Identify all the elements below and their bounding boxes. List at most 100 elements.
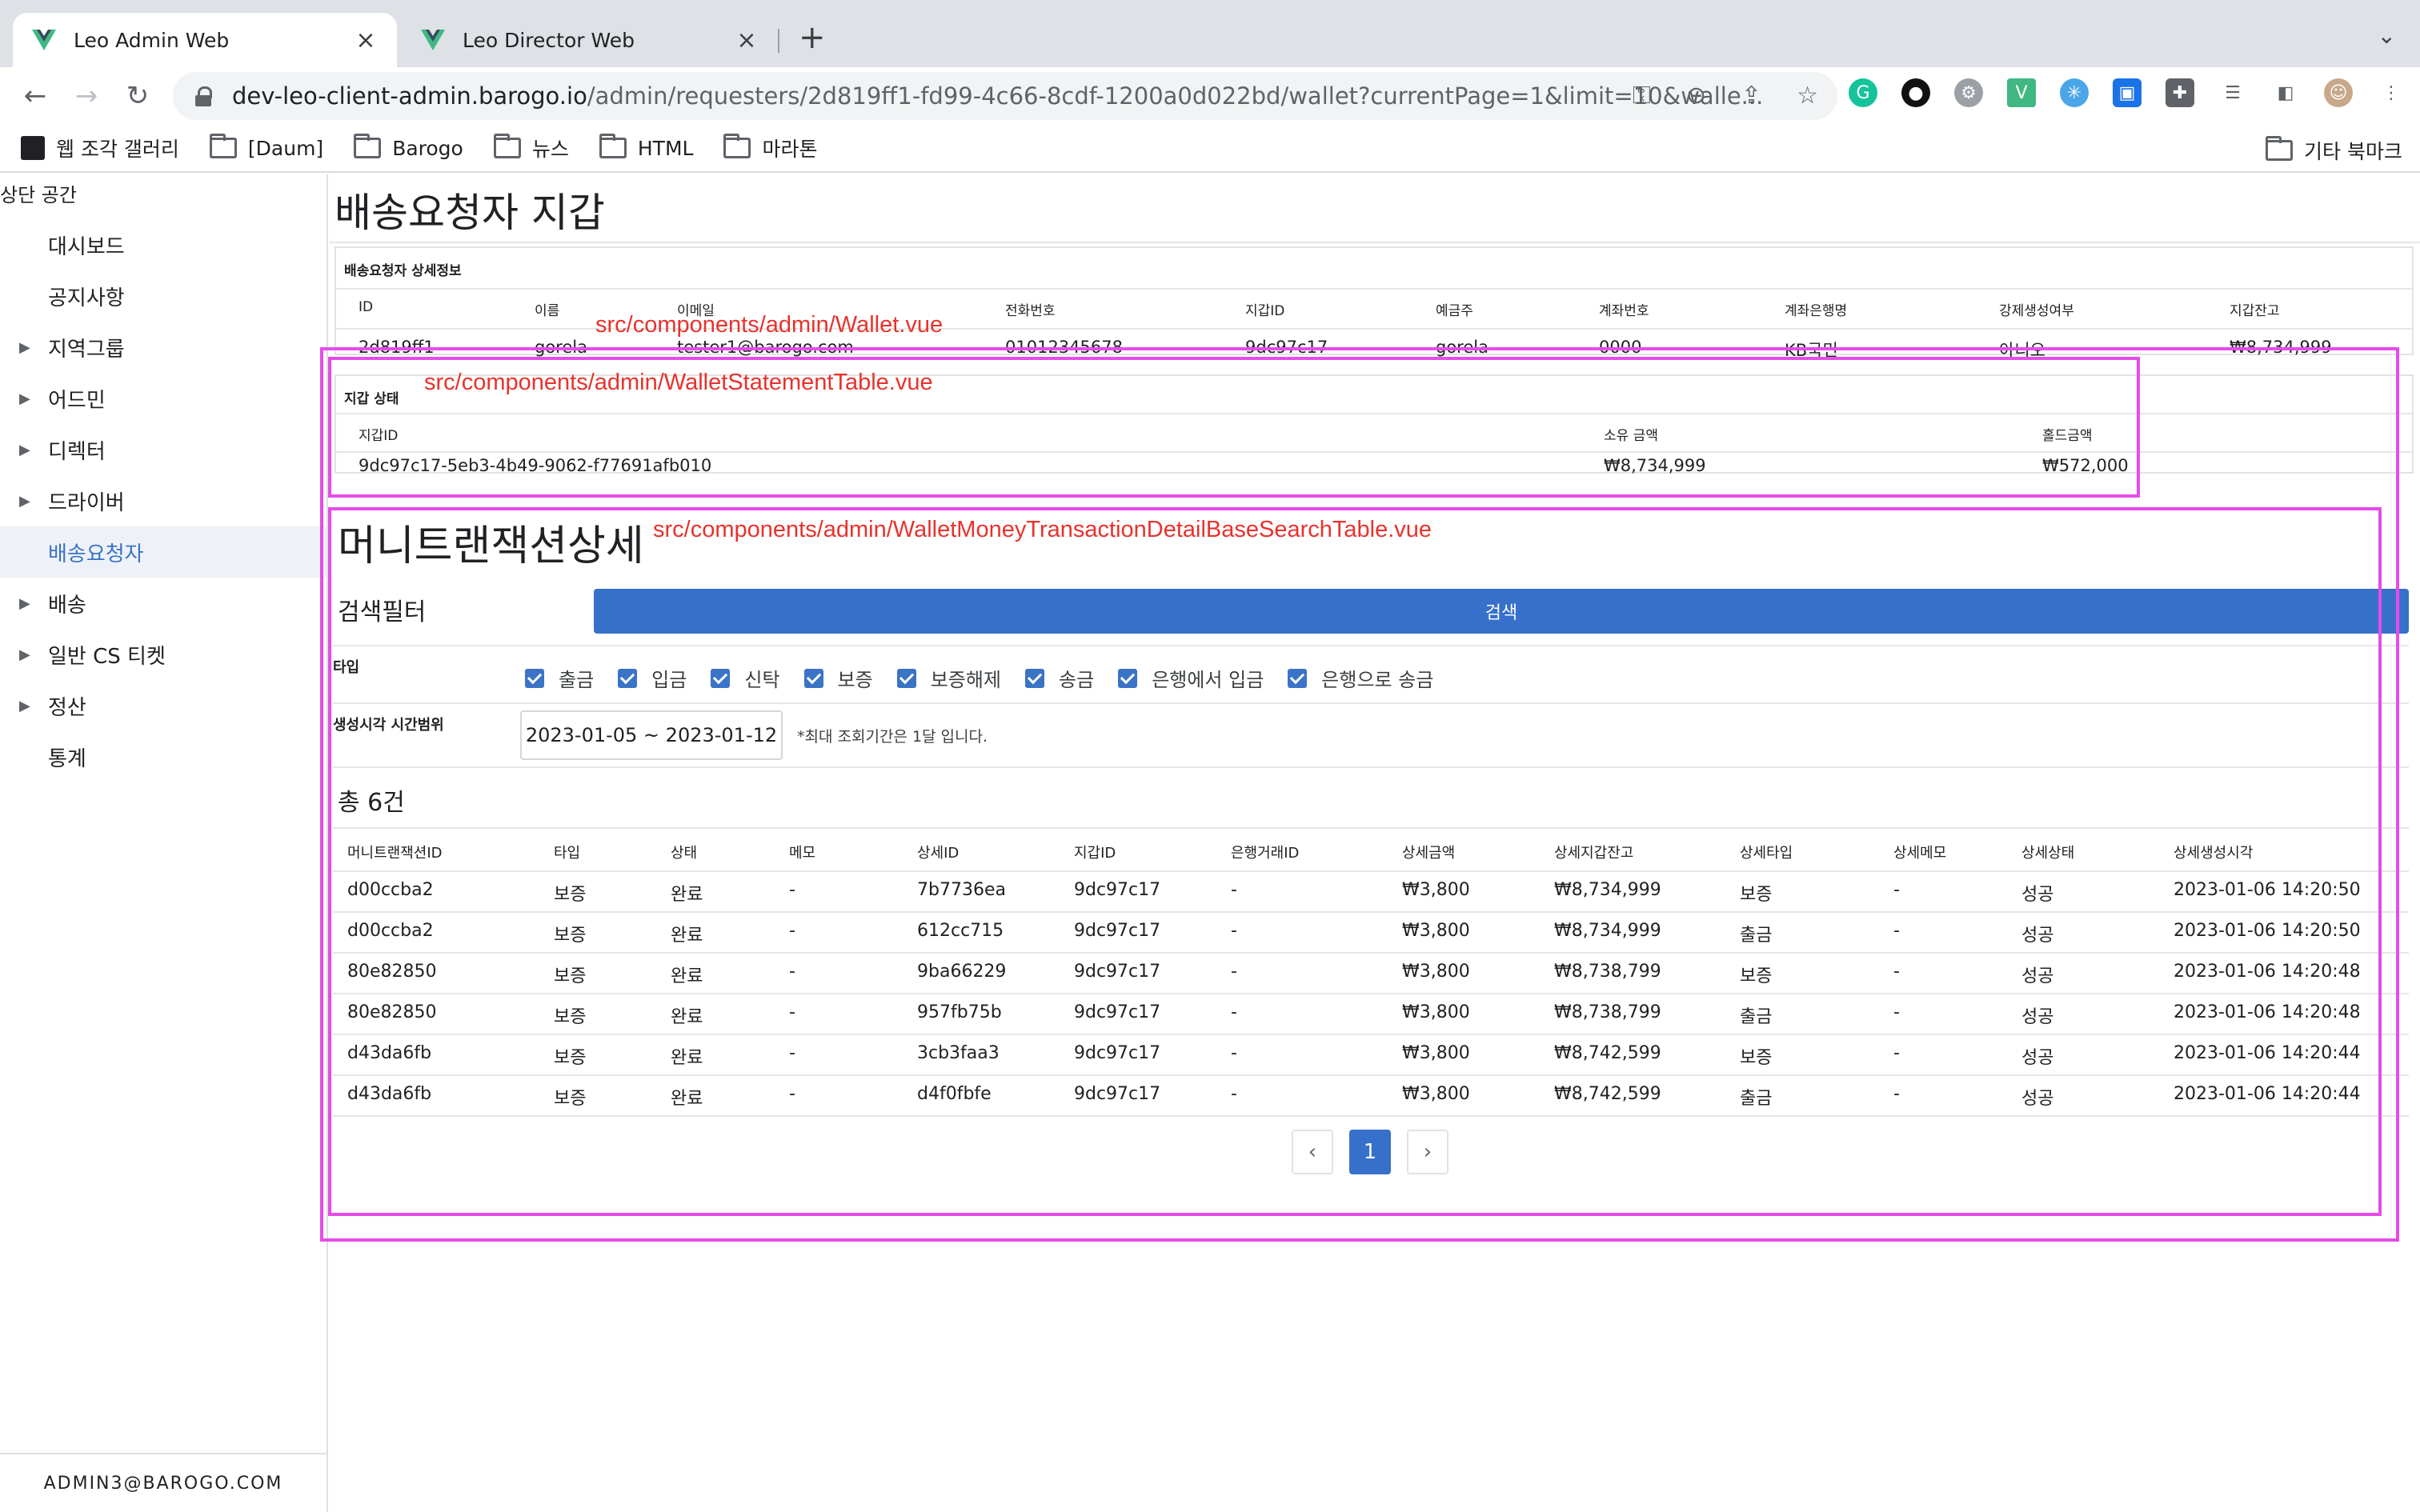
cell-type: 보증 (554, 966, 587, 986)
cell-detail-type: 출금 (1740, 1089, 1773, 1109)
checkbox-checked-icon (1025, 668, 1045, 688)
column-header: 지갑ID (1245, 303, 1285, 319)
column-header: 상세타입 (1740, 845, 1793, 862)
sparkle-extension-icon[interactable]: ✳ (2060, 78, 2089, 107)
back-arrow-icon[interactable]: ← (19, 80, 51, 112)
checkbox-checked-icon (803, 668, 823, 688)
tab-close-icon[interactable]: × (354, 26, 378, 54)
cell-wallet-id: 9dc97c17 (1074, 1084, 1161, 1104)
checkbox-withdraw[interactable]: 출금 (525, 664, 594, 692)
cell-detail-balance: ₩8,734,999 (1554, 880, 1661, 900)
sidebar-item-requesters[interactable]: 배송요청자 (0, 526, 327, 578)
checkbox-transfer[interactable]: 송금 (1025, 664, 1094, 692)
checkbox-trust[interactable]: 신탁 (711, 664, 780, 692)
sidebar-item-admin[interactable]: ▶ 어드민 (0, 373, 327, 424)
address-bar[interactable]: dev-leo-client-admin.barogo.io/admin/req… (173, 72, 1837, 120)
cell-type: 보증 (554, 885, 587, 905)
other-bookmarks[interactable]: 기타 북마크 (2266, 136, 2402, 165)
cell-bank-tx-id: - (1231, 880, 1237, 900)
tab-leo-admin-web[interactable]: Leo Admin Web × (13, 13, 397, 67)
bank-name: KB국민 (1785, 341, 1838, 360)
column-header: 은행거래ID (1231, 845, 1300, 862)
logged-in-user[interactable]: ADMIN3@BAROGO.COM (0, 1453, 327, 1512)
bookmark-folder-html[interactable]: HTML (599, 134, 693, 160)
cell-status: 완료 (671, 885, 703, 905)
key-icon[interactable]: ⚿ (1633, 82, 1651, 110)
grammarly-extension-icon[interactable]: G (1849, 78, 1877, 107)
cell-detail-id: 9ba66229 (917, 962, 1007, 982)
sidebar-item-settlement[interactable]: ▶ 정산 (0, 680, 327, 731)
bookmark-folder-marathon[interactable]: 마라톤 (723, 134, 817, 162)
search-button[interactable]: 검색 (594, 589, 2409, 634)
sidebar-item-notices[interactable]: 공지사항 (0, 270, 327, 322)
column-header: 상세금액 (1402, 845, 1456, 862)
zoom-icon[interactable]: ⊖ (1686, 82, 1706, 110)
tab-search-chevron-icon[interactable]: ⌄ (2378, 22, 2396, 49)
cell-detail-balance: ₩8,734,999 (1554, 921, 1661, 941)
new-tab-icon[interactable]: + (799, 19, 826, 56)
row-divider (336, 413, 2412, 414)
dark-extension-icon[interactable]: ● (1901, 78, 1930, 107)
sidebar-item-director[interactable]: ▶ 디렉터 (0, 424, 327, 475)
side-panel-icon[interactable]: ◧ (2271, 78, 2300, 107)
caret-right-icon: ▶ (19, 492, 30, 510)
gear-extension-icon[interactable]: ⚙ (1954, 78, 1983, 107)
share-icon[interactable]: ⇪ (1741, 82, 1761, 110)
checkbox-guarantee[interactable]: 보증 (803, 664, 873, 692)
column-header: 지갑잔고 (2230, 303, 2280, 319)
cell-detail-status: 성공 (2021, 966, 2054, 986)
gallery-icon (21, 136, 45, 160)
cell-detail-memo: - (1893, 921, 1900, 941)
checkbox-deposit[interactable]: 입금 (618, 664, 687, 692)
profile-avatar[interactable]: ☺ (2324, 78, 2353, 107)
sidebar-item-cs-tickets[interactable]: ▶ 일반 CS 티켓 (0, 629, 327, 680)
reload-icon[interactable]: ↻ (122, 80, 154, 112)
sidebar-item-delivery[interactable]: ▶ 배송 (0, 578, 327, 629)
tab-title: Leo Director Web (463, 28, 635, 52)
bookmark-folder-news[interactable]: 뉴스 (493, 134, 569, 162)
sidebar-item-dashboard[interactable]: 대시보드 (0, 219, 327, 270)
bookmark-star-icon[interactable]: ☆ (1797, 82, 1818, 110)
reading-list-icon[interactable]: ☰ (2218, 78, 2247, 107)
cell-transaction-id: d00ccba2 (347, 921, 434, 941)
puzzle-extensions-icon[interactable]: ✚ (2166, 78, 2194, 107)
column-header: 지갑ID (1074, 845, 1116, 862)
bookmark-folder-daum[interactable]: [Daum] (209, 134, 323, 160)
date-range-input[interactable]: 2023-01-05 ~ 2023-01-12 (520, 710, 783, 760)
sidebar-item-driver[interactable]: ▶ 드라이버 (0, 475, 327, 526)
vue-devtools-icon[interactable]: V (2007, 78, 2036, 107)
column-header: 상세지갑잔고 (1554, 845, 1634, 862)
kebab-menu-icon[interactable]: ⋮ (2377, 78, 2406, 107)
column-header: 강제생성여부 (1999, 303, 2074, 319)
checkbox-checked-icon (618, 668, 638, 688)
bookmark-folder-barogo[interactable]: Barogo (354, 134, 463, 160)
column-header: 상세ID (917, 845, 960, 862)
sidebar-item-region-groups[interactable]: ▶ 지역그룹 (0, 322, 327, 373)
checkbox-guarantee-release[interactable]: 보증해제 (896, 664, 1001, 692)
cell-detail-status: 성공 (2021, 1007, 2054, 1027)
checkbox-bank-transfer[interactable]: 은행으로 송금 (1288, 664, 1433, 692)
forward-arrow-icon[interactable]: → (70, 80, 102, 112)
wallet-full-id: 9dc97c17-5eb3-4b49-9062-f77691afb010 (359, 456, 712, 475)
vue-logo-icon (421, 30, 445, 50)
prev-page-button[interactable]: ‹ (1292, 1130, 1333, 1174)
checkbox-bank-deposit[interactable]: 은행에서 입금 (1118, 664, 1264, 692)
cell-type: 보증 (554, 1089, 587, 1109)
column-header: 예금주 (1436, 303, 1473, 319)
tab-leo-director-web[interactable]: Leo Director Web × (402, 13, 778, 67)
filter-divider (333, 766, 2409, 768)
tab-close-icon[interactable]: × (735, 26, 759, 54)
page-button-current[interactable]: 1 (1349, 1130, 1391, 1174)
date-range-note: *최대 조회기간은 1달 입니다. (797, 728, 988, 746)
sidebar-item-statistics[interactable]: 통계 (0, 731, 327, 782)
requester-id: 2d819ff1 (359, 338, 435, 357)
column-header: 상태 (671, 845, 698, 862)
requester-detail-panel: 배송요청자 상세정보 ID 이름 이메일 전화번호 지갑ID 예금주 계좌번호 … (335, 246, 2414, 360)
next-page-button[interactable]: › (1407, 1130, 1448, 1174)
bookmark-web-gallery[interactable]: 웹 조각 갤러리 (21, 134, 179, 162)
square-extension-icon[interactable]: ▣ (2113, 78, 2142, 107)
browser-toolbar: ← → ↻ dev-leo-client-admin.barogo.io/adm… (0, 67, 2420, 125)
cell-detail-memo: - (1893, 962, 1900, 982)
url-host: dev-leo-client-admin.barogo.io (232, 82, 587, 110)
folder-icon (599, 134, 627, 158)
